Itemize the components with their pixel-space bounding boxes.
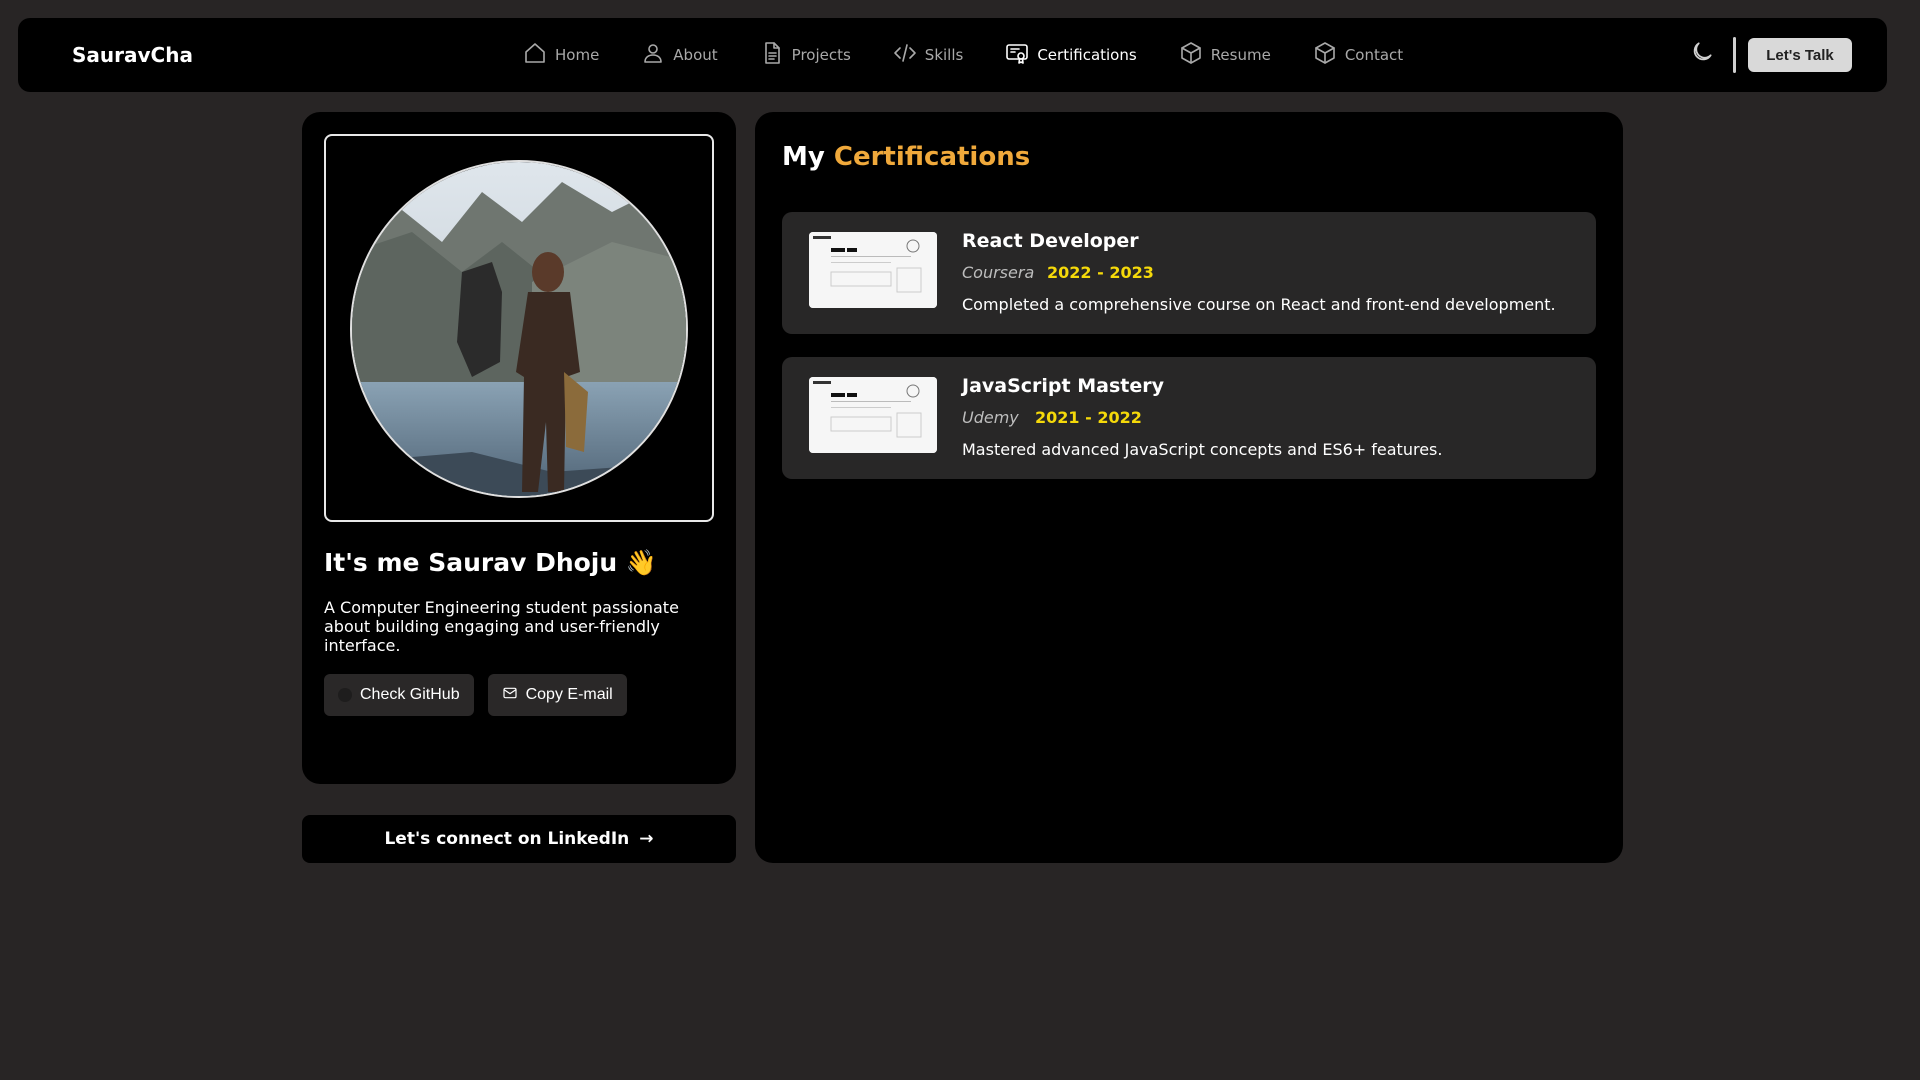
copy-email-button[interactable]: Copy E-mail: [487, 674, 627, 716]
profile-photo: [350, 160, 688, 498]
home-icon: [523, 41, 547, 69]
moon-icon[interactable]: [1689, 39, 1715, 65]
mail-icon: [502, 685, 518, 706]
certificate-icon: [1005, 41, 1029, 69]
certificate-thumbnail: [809, 232, 937, 308]
nav-item-skills[interactable]: Skills: [893, 41, 963, 69]
main-nav: Home About Projects Skills Certification…: [523, 18, 1445, 92]
certification-issuer: Coursera: [962, 263, 1035, 282]
navbar: SauravCha Home About Projects Skills Cer…: [18, 18, 1887, 92]
certifications-panel: My Certifications React Developer Course…: [755, 112, 1623, 863]
github-dot-icon: [338, 688, 352, 702]
cube-icon: [1313, 41, 1337, 69]
section-title: My Certifications: [782, 142, 1031, 172]
nav-item-projects[interactable]: Projects: [760, 41, 851, 69]
check-github-button[interactable]: Check GitHub: [324, 674, 474, 716]
linkedin-connect-button[interactable]: Let's connect on LinkedIn →: [302, 815, 736, 863]
certification-name: JavaScript Mastery: [962, 375, 1164, 397]
nav-item-certifications[interactable]: Certifications: [1005, 41, 1137, 69]
document-icon: [760, 41, 784, 69]
certification-description: Completed a comprehensive course on Reac…: [962, 295, 1556, 314]
nav-item-home[interactable]: Home: [523, 41, 599, 69]
nav-item-resume[interactable]: Resume: [1179, 41, 1271, 69]
nav-item-contact[interactable]: Contact: [1313, 41, 1403, 69]
profile-bio: A Computer Engineering student passionat…: [324, 598, 679, 655]
profile-actions: Check GitHub Copy E-mail: [324, 674, 627, 716]
profile-card: It's me Saurav Dhoju 👋 A Computer Engine…: [302, 112, 736, 857]
certification-card[interactable]: JavaScript Mastery Udemy 2021 - 2022 Mas…: [782, 357, 1596, 479]
user-icon: [641, 41, 665, 69]
arrow-right-icon: →: [639, 829, 654, 849]
certification-card[interactable]: React Developer Coursera 2022 - 2023 Com…: [782, 212, 1596, 334]
lets-talk-button[interactable]: Let's Talk: [1748, 38, 1852, 72]
photo-frame: [324, 134, 714, 522]
code-icon: [893, 41, 917, 69]
cube-icon: [1179, 41, 1203, 69]
nav-divider: [1733, 37, 1736, 73]
certification-name: React Developer: [962, 230, 1139, 252]
certification-issuer: Udemy: [962, 408, 1019, 427]
certificate-thumbnail: [809, 377, 937, 453]
nav-item-about[interactable]: About: [641, 41, 718, 69]
profile-name: It's me Saurav Dhoju 👋: [324, 548, 657, 577]
certification-years: 2021 - 2022: [1035, 408, 1142, 427]
certification-years: 2022 - 2023: [1047, 263, 1154, 282]
brand-logo[interactable]: SauravCha: [72, 18, 193, 92]
certification-description: Mastered advanced JavaScript concepts an…: [962, 440, 1443, 459]
